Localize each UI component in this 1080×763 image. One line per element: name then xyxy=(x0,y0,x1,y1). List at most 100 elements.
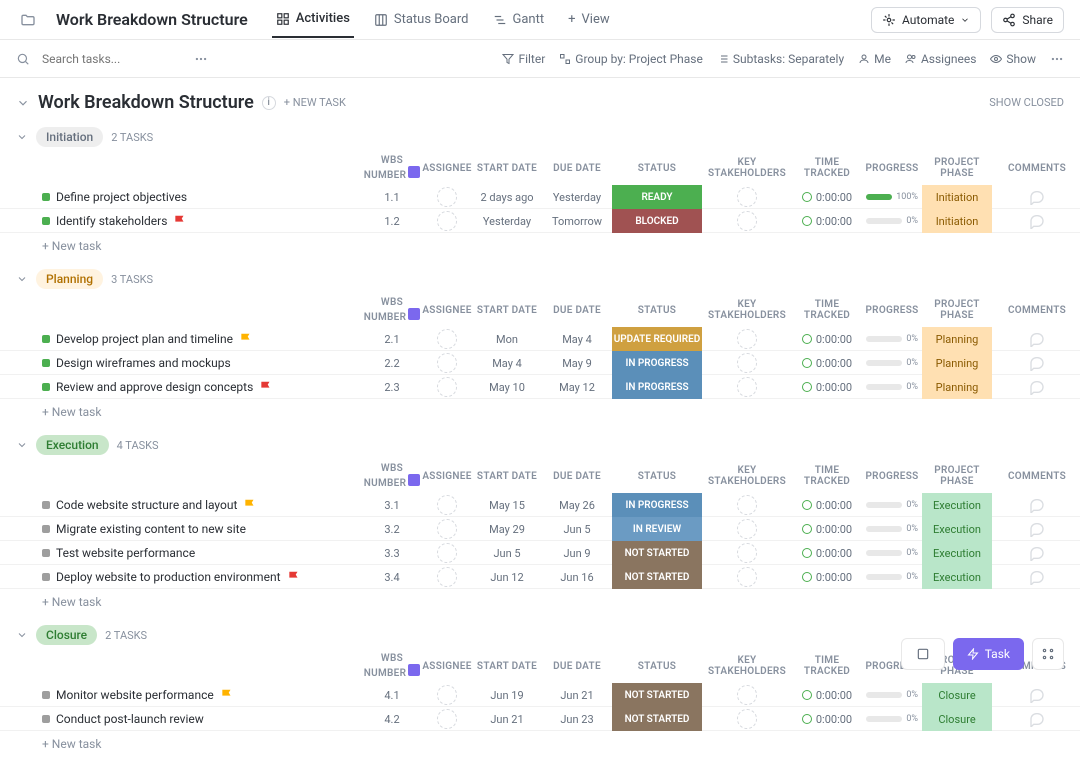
col-comments[interactable]: COMMENTS xyxy=(992,471,1080,482)
comment-icon[interactable] xyxy=(1029,521,1045,537)
float-help-button[interactable] xyxy=(901,638,945,670)
more-icon[interactable] xyxy=(194,52,208,66)
automate-button[interactable]: Automate xyxy=(871,7,981,33)
comment-icon[interactable] xyxy=(1029,569,1045,585)
comment-icon[interactable] xyxy=(1029,687,1045,703)
comment-icon[interactable] xyxy=(1029,189,1045,205)
assignee-avatar[interactable] xyxy=(437,211,457,231)
start-date-cell[interactable]: Mon xyxy=(472,333,542,346)
time-tracked-cell[interactable]: 0:00:00 xyxy=(792,547,862,560)
comment-icon[interactable] xyxy=(1029,711,1045,727)
progress-cell[interactable]: 0% xyxy=(862,524,922,534)
time-tracked-cell[interactable]: 0:00:00 xyxy=(792,333,862,346)
assignee-avatar[interactable] xyxy=(437,567,457,587)
col-wbs[interactable]: WBS NUMBER xyxy=(362,155,422,181)
add-task-button[interactable]: + New task xyxy=(0,399,1080,425)
show-closed-button[interactable]: SHOW CLOSED xyxy=(989,96,1064,109)
task-row[interactable]: Define project objectives 1.1 2 days ago… xyxy=(0,185,1080,209)
stakeholder-avatar[interactable] xyxy=(737,377,757,397)
status-cell[interactable]: IN PROGRESS xyxy=(612,493,702,517)
add-task-button[interactable]: + New task xyxy=(0,731,1080,757)
float-task-button[interactable]: Task xyxy=(953,638,1024,670)
stakeholder-avatar[interactable] xyxy=(737,519,757,539)
phase-cell[interactable]: Planning xyxy=(922,351,992,375)
phase-cell[interactable]: Initiation xyxy=(922,185,992,209)
status-cell[interactable]: IN REVIEW xyxy=(612,517,702,541)
progress-cell[interactable]: 0% xyxy=(862,572,922,582)
tab-gantt[interactable]: Gantt xyxy=(489,1,549,38)
task-row[interactable]: Test website performance 3.3 Jun 5 Jun 9… xyxy=(0,541,1080,565)
progress-cell[interactable]: 100% xyxy=(862,192,922,202)
col-phase[interactable]: PROJECT PHASE xyxy=(922,299,992,321)
collapse-icon[interactable] xyxy=(16,96,30,110)
start-date-cell[interactable]: May 15 xyxy=(472,499,542,512)
stakeholder-avatar[interactable] xyxy=(737,187,757,207)
phase-cell[interactable]: Planning xyxy=(922,375,992,399)
comment-icon[interactable] xyxy=(1029,379,1045,395)
phase-cell[interactable]: Planning xyxy=(922,327,992,351)
start-date-cell[interactable]: Jun 21 xyxy=(472,713,542,726)
phase-cell[interactable]: Closure xyxy=(922,683,992,707)
due-date-cell[interactable]: May 4 xyxy=(542,333,612,346)
assignee-avatar[interactable] xyxy=(437,519,457,539)
status-cell[interactable]: NOT STARTED xyxy=(612,707,702,731)
add-task-button[interactable]: + New task xyxy=(0,233,1080,259)
col-progress[interactable]: PROGRESS xyxy=(862,163,922,174)
col-time[interactable]: TIME TRACKED xyxy=(792,157,862,179)
status-cell[interactable]: NOT STARTED xyxy=(612,541,702,565)
col-status[interactable]: STATUS xyxy=(612,163,702,174)
comment-icon[interactable] xyxy=(1029,331,1045,347)
assignee-avatar[interactable] xyxy=(437,187,457,207)
comment-icon[interactable] xyxy=(1029,497,1045,513)
stakeholder-avatar[interactable] xyxy=(737,543,757,563)
col-status[interactable]: STATUS xyxy=(612,471,702,482)
stakeholder-avatar[interactable] xyxy=(737,329,757,349)
col-due[interactable]: DUE DATE xyxy=(542,305,612,316)
due-date-cell[interactable]: Jun 16 xyxy=(542,571,612,584)
progress-cell[interactable]: 0% xyxy=(862,334,922,344)
stakeholder-avatar[interactable] xyxy=(737,495,757,515)
me-button[interactable]: Me xyxy=(858,52,891,66)
group-collapse-icon[interactable] xyxy=(16,629,28,641)
time-tracked-cell[interactable]: 0:00:00 xyxy=(792,215,862,228)
col-wbs[interactable]: WBS NUMBER xyxy=(362,297,422,323)
col-progress[interactable]: PROGRESS xyxy=(862,471,922,482)
col-status[interactable]: STATUS xyxy=(612,305,702,316)
start-date-cell[interactable]: Yesterday xyxy=(472,215,542,228)
assignee-avatar[interactable] xyxy=(437,709,457,729)
time-tracked-cell[interactable]: 0:00:00 xyxy=(792,713,862,726)
time-tracked-cell[interactable]: 0:00:00 xyxy=(792,191,862,204)
filter-button[interactable]: Filter xyxy=(502,52,545,66)
stakeholder-avatar[interactable] xyxy=(737,211,757,231)
col-phase[interactable]: PROJECT PHASE xyxy=(922,157,992,179)
progress-cell[interactable]: 0% xyxy=(862,548,922,558)
add-task-button[interactable]: + New task xyxy=(0,589,1080,615)
group-label[interactable]: Initiation xyxy=(36,127,103,147)
due-date-cell[interactable]: Jun 21 xyxy=(542,689,612,702)
group-collapse-icon[interactable] xyxy=(16,439,28,451)
task-row[interactable]: Migrate existing content to new site 3.2… xyxy=(0,517,1080,541)
tab-activities[interactable]: Activities xyxy=(272,1,354,38)
phase-cell[interactable]: Closure xyxy=(922,707,992,731)
col-due[interactable]: DUE DATE xyxy=(542,163,612,174)
col-time[interactable]: TIME TRACKED xyxy=(792,299,862,321)
start-date-cell[interactable]: Jun 5 xyxy=(472,547,542,560)
progress-cell[interactable]: 0% xyxy=(862,500,922,510)
task-row[interactable]: Develop project plan and timeline 2.1 Mo… xyxy=(0,327,1080,351)
col-comments[interactable]: COMMENTS xyxy=(992,305,1080,316)
col-due[interactable]: DUE DATE xyxy=(542,661,612,672)
assignee-avatar[interactable] xyxy=(437,685,457,705)
due-date-cell[interactable]: Jun 23 xyxy=(542,713,612,726)
phase-cell[interactable]: Execution xyxy=(922,541,992,565)
progress-cell[interactable]: 0% xyxy=(862,358,922,368)
task-row[interactable]: Conduct post-launch review 4.2 Jun 21 Ju… xyxy=(0,707,1080,731)
start-date-cell[interactable]: 2 days ago xyxy=(472,191,542,204)
progress-cell[interactable]: 0% xyxy=(862,690,922,700)
due-date-cell[interactable]: Yesterday xyxy=(542,191,612,204)
stakeholder-avatar[interactable] xyxy=(737,353,757,373)
task-row[interactable]: Identify stakeholders 1.2 Yesterday Tomo… xyxy=(0,209,1080,233)
status-cell[interactable]: NOT STARTED xyxy=(612,565,702,589)
status-cell[interactable]: UPDATE REQUIRED xyxy=(612,327,702,351)
search-input[interactable] xyxy=(42,52,182,66)
start-date-cell[interactable]: May 29 xyxy=(472,523,542,536)
